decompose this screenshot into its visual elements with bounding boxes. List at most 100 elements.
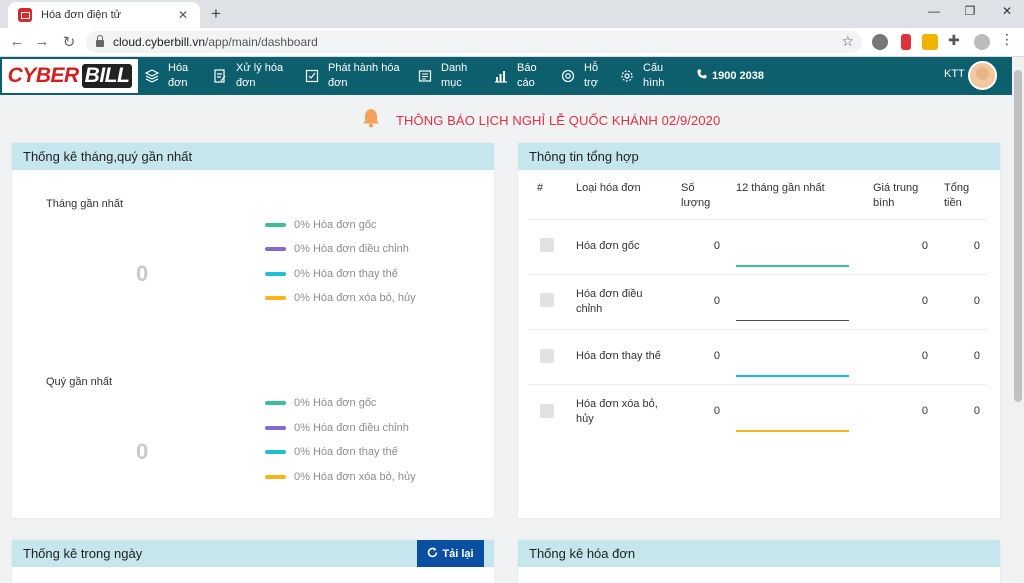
month-section-title: Tháng gần nhất [46,198,124,210]
page-scrollbar[interactable] [1012,57,1024,583]
menu-label: Danh mục [441,62,468,89]
document-edit-icon [212,68,228,84]
favicon-icon [18,8,32,22]
profile-icon[interactable] [974,34,990,50]
window-close-icon[interactable]: ✕ [997,4,1017,18]
row-checkbox[interactable] [540,238,554,252]
tab-title: Hóa đơn điện tử [41,9,122,21]
holiday-notice[interactable]: THÔNG BÁO LỊCH NGHỈ LỄ QUỐC KHÁNH 02/9/2… [362,108,720,133]
quarter-section-title: Quý gần nhất [46,376,113,388]
minimize-icon[interactable]: — [924,4,944,18]
row-checkbox[interactable] [540,404,554,418]
row-checkbox[interactable] [540,349,554,363]
col-header-index: # [537,182,544,194]
url-input[interactable]: cloud.cyberbill.vn/app/main/dashboard ☆ [86,31,862,53]
col-header-avg-price: Giá trung bình [873,182,919,209]
support-icon [560,68,576,84]
cloud-extension-icon[interactable] [872,34,888,50]
menu-bao-cao[interactable]: Báo cáo [493,60,543,92]
row-total: 0 [973,240,980,252]
legend-label: 0% Hóa đơn xóa bỏ, hủy [294,471,416,483]
legend-item[interactable]: 0% Hóa đơn gốc [265,397,376,409]
row-divider [528,219,987,220]
app-header: CYBER BILL Hóa đơn Xử lý hóa đơn Phát hàn… [0,57,1012,95]
hand-extension-icon[interactable] [901,34,911,50]
row-avg: 0 [921,405,928,417]
forward-icon[interactable]: → [33,33,51,50]
legend-label: 0% Hóa đơn điều chỉnh [294,422,409,434]
note-extension-icon[interactable] [922,34,938,50]
row-qty: 0 [713,350,720,362]
avatar[interactable] [968,61,997,90]
checkbox-icon [304,68,320,84]
menu-phat-hanh-hoa-don[interactable]: Phát hành hóa đơn [304,60,408,92]
user-name[interactable]: KTT [944,68,965,80]
bookmark-star-icon[interactable]: ☆ [841,33,854,50]
menu-label: Phát hành hóa đơn [328,62,400,89]
chart-icon [493,68,509,84]
legend-item[interactable]: 0% Hóa đơn xóa bỏ, hủy [265,471,416,483]
hotline[interactable]: 1900 2038 [697,69,764,82]
browser-tab[interactable]: Hóa đơn điện tử ✕ [8,2,200,28]
layers-icon [144,68,160,84]
invoice-stats-panel: Thống kê hóa đơn [518,540,1000,583]
panel-title: Thống kê tháng,quý gần nhất [12,143,494,170]
legend-item[interactable]: 0% Hóa đơn thay thế [265,446,398,458]
legend-swatch [265,247,286,251]
menu-label: Cấu hình [643,62,665,89]
row-sparkline [736,375,849,377]
col-header-qty: Số lượng [681,182,711,209]
new-tab-icon[interactable]: + [207,4,225,24]
row-checkbox[interactable] [540,293,554,307]
legend-item[interactable]: 0% Hóa đơn thay thế [265,268,398,280]
phone-number: 1900 2038 [712,69,764,82]
legend-label: 0% Hóa đơn xóa bỏ, hủy [294,292,416,304]
legend-item[interactable]: 0% Hóa đơn gốc [265,219,376,231]
panel-title: Thống kê hóa đơn [518,540,1000,567]
row-qty: 0 [713,295,720,307]
legend-item[interactable]: 0% Hóa đơn điều chỉnh [265,243,409,255]
row-avg: 0 [921,240,928,252]
col-header-total: Tổng tiền [944,182,970,209]
logo-text-right: BILL [81,64,133,88]
panel-title: Thông tin tổng hợp [518,143,1000,170]
row-type: Hóa đơn gốc [576,240,640,252]
row-divider [528,384,987,385]
menu-ho-tro[interactable]: Hỗ trợ [560,60,604,92]
reload-icon[interactable]: ↻ [60,33,78,51]
menu-label: Hỗ trợ [584,62,599,89]
bell-icon [362,108,380,133]
notice-text: THÔNG BÁO LỊCH NGHỈ LỄ QUỐC KHÁNH 02/9/2… [396,113,721,128]
legend-label: 0% Hóa đơn điều chỉnh [294,243,409,255]
legend-item[interactable]: 0% Hóa đơn điều chỉnh [265,422,409,434]
legend-swatch [265,401,286,405]
menu-xu-ly-hoa-don[interactable]: Xử lý hóa đơn [212,60,292,92]
col-header-12-months: 12 tháng gần nhất [736,182,825,194]
menu-danh-muc[interactable]: Danh mục [417,60,477,92]
phone-icon [697,69,707,82]
cyberbill-logo[interactable]: CYBER BILL [2,59,138,93]
menu-label: Xử lý hóa đơn [236,62,284,89]
tab-close-icon[interactable]: ✕ [174,8,192,22]
more-menu-icon[interactable]: ⋮ [1000,31,1014,47]
menu-hoa-don[interactable]: Hóa đơn [144,60,194,92]
legend-item[interactable]: 0% Hóa đơn xóa bỏ, hủy [265,292,416,304]
menu-cau-hinh[interactable]: Cấu hình [619,60,671,92]
row-total: 0 [973,405,980,417]
daily-stats-panel: Thống kê trong ngày Tải lại [12,540,494,583]
puzzle-extension-icon[interactable]: ✚ [948,32,964,48]
restore-icon[interactable]: ❐ [960,4,980,18]
col-header-type: Loại hóa đơn [576,182,641,194]
lock-icon [96,35,104,47]
url-domain: cloud.cyberbill.vn [113,35,206,49]
gear-icon [619,68,635,84]
row-type: Hóa đơn thay thế [576,350,661,362]
back-icon[interactable]: ← [8,33,26,50]
row-avg: 0 [921,350,928,362]
row-sparkline [736,430,849,432]
reload-button[interactable]: Tải lại [417,540,484,567]
legend-label: 0% Hóa đơn thay thế [294,446,398,458]
monthly-quarterly-stats-panel: Thống kê tháng,quý gần nhất Tháng gần nh… [12,143,494,518]
row-divider [528,329,987,330]
scroll-thumb[interactable] [1014,70,1022,402]
